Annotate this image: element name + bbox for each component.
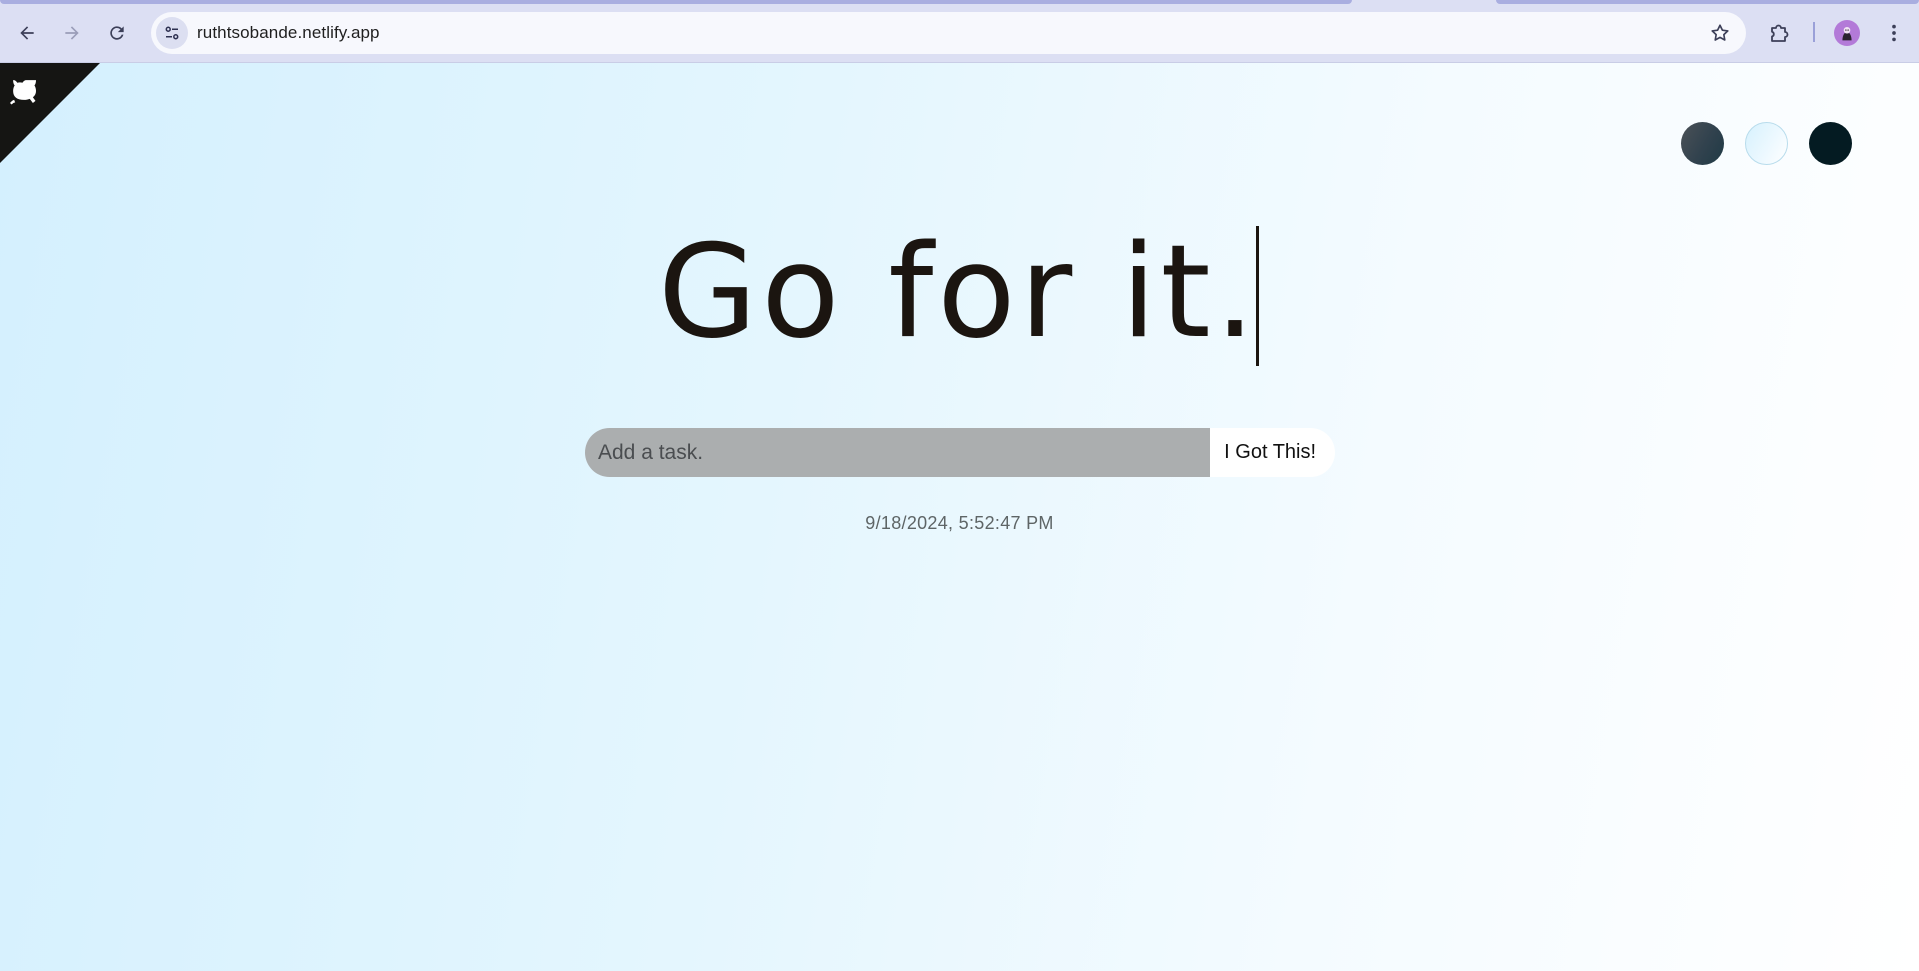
forward-button[interactable] <box>56 17 88 49</box>
browser-menu-button[interactable] <box>1880 19 1908 47</box>
add-task-button[interactable]: I Got This! <box>1210 428 1335 477</box>
tab-strip-edge <box>0 0 1352 4</box>
arrow-right-icon <box>65 26 79 40</box>
browser-toolbar: ruthtsobande.netlify.app <box>0 0 1919 63</box>
puzzle-icon <box>1771 24 1789 42</box>
heading-container: Go for it. <box>0 223 1919 383</box>
tune-icon <box>165 26 179 40</box>
avatar[interactable] <box>1834 20 1860 46</box>
typing-cursor <box>1256 226 1259 366</box>
task-input[interactable] <box>585 428 1211 477</box>
theme-selector-darker[interactable] <box>1809 122 1852 165</box>
theme-selector-light[interactable] <box>1745 122 1788 165</box>
toolbar-divider <box>1813 22 1815 42</box>
address-bar[interactable]: ruthtsobande.netlify.app <box>151 12 1746 54</box>
profile-avatar-icon <box>1836 22 1858 44</box>
github-corner-link[interactable] <box>0 63 100 163</box>
datetime-display: 9/18/2024, 5:52:47 PM <box>865 513 1054 533</box>
star-icon <box>1711 24 1729 41</box>
tab-strip-edge <box>1496 0 1919 4</box>
bookmark-button[interactable] <box>1708 21 1732 45</box>
theme-selector-standard[interactable] <box>1681 122 1724 165</box>
url-text[interactable]: ruthtsobande.netlify.app <box>197 23 380 43</box>
back-button[interactable] <box>11 17 43 49</box>
site-info-button[interactable] <box>156 17 188 49</box>
reload-icon <box>110 26 124 40</box>
reload-button[interactable] <box>101 17 133 49</box>
task-form: I Got This! <box>585 428 1335 477</box>
kebab-menu-icon <box>1892 24 1896 42</box>
github-octocat-icon <box>0 63 100 163</box>
page-viewport: Go for it. I Got This! 9/18/2024, 5:52:4… <box>0 63 1919 971</box>
page-title: Go for it. <box>658 218 1260 367</box>
arrow-left-icon <box>20 26 34 40</box>
extensions-button[interactable] <box>1765 19 1793 47</box>
